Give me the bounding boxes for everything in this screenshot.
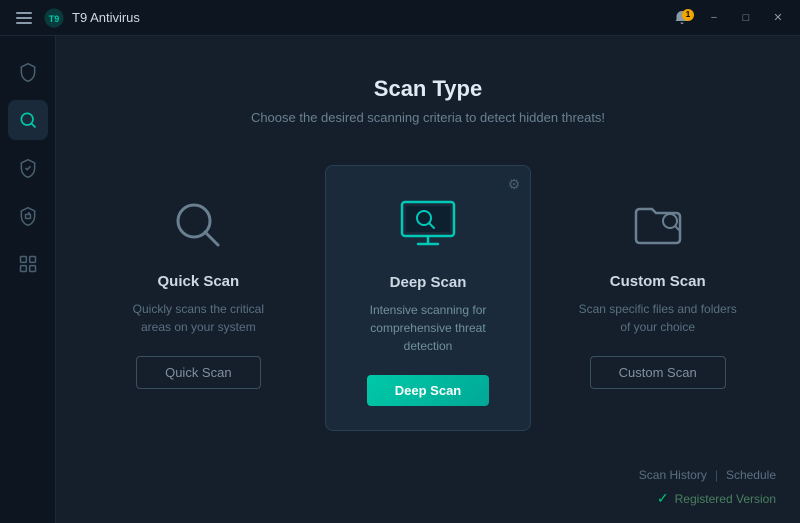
scan-history-link[interactable]: Scan History — [639, 468, 707, 482]
custom-scan-card: Custom Scan Scan specific files and fold… — [555, 165, 760, 431]
quick-scan-title: Quick Scan — [157, 273, 239, 290]
settings-icon[interactable]: ⚙ — [508, 176, 521, 193]
custom-scan-icon — [626, 193, 690, 257]
titlebar-right: 1 − □ ✕ — [668, 7, 792, 29]
quick-scan-desc: Quickly scans the critical areas on your… — [116, 300, 281, 336]
registered-badge: ✓ Registered Version — [657, 490, 776, 507]
sidebar-item-tools[interactable] — [8, 244, 48, 284]
titlebar-left: T9 T9 Antivirus — [12, 8, 140, 28]
app-title: T9 Antivirus — [72, 10, 140, 25]
sidebar-item-protection[interactable] — [8, 148, 48, 188]
bottom-bar: Scan History | Schedule ✓ Registered Ver… — [639, 468, 776, 507]
app-body: Scan Type Choose the desired scanning cr… — [0, 36, 800, 523]
titlebar: T9 T9 Antivirus 1 − □ ✕ — [0, 0, 800, 36]
sidebar-item-privacy[interactable] — [8, 196, 48, 236]
notification-badge: 1 — [682, 9, 694, 21]
deep-scan-icon — [396, 194, 460, 258]
quick-scan-icon — [166, 193, 230, 257]
close-button[interactable]: ✕ — [764, 7, 792, 29]
sidebar-item-scan[interactable] — [8, 100, 48, 140]
page-subtitle: Choose the desired scanning criteria to … — [251, 110, 605, 125]
app-logo: T9 — [44, 8, 64, 28]
deep-scan-card: ⚙ Deep Scan In — [325, 165, 532, 431]
deep-scan-button[interactable]: Deep Scan — [367, 375, 489, 406]
schedule-link[interactable]: Schedule — [726, 468, 776, 482]
notification-icon[interactable]: 1 — [668, 7, 696, 29]
custom-scan-title: Custom Scan — [610, 273, 706, 290]
cards-container: Quick Scan Quickly scans the critical ar… — [96, 165, 760, 431]
menu-icon[interactable] — [12, 8, 36, 28]
minimize-button[interactable]: − — [700, 7, 728, 29]
custom-scan-button[interactable]: Custom Scan — [590, 356, 726, 389]
quick-scan-card: Quick Scan Quickly scans the critical ar… — [96, 165, 301, 431]
main-content: Scan Type Choose the desired scanning cr… — [56, 36, 800, 523]
registered-label: Registered Version — [675, 492, 776, 506]
sidebar-item-shield[interactable] — [8, 52, 48, 92]
svg-text:T9: T9 — [49, 14, 60, 24]
custom-scan-desc: Scan specific files and folders of your … — [575, 300, 740, 336]
sidebar — [0, 36, 56, 523]
registered-check-icon: ✓ — [657, 490, 669, 507]
link-divider: | — [715, 468, 718, 482]
deep-scan-desc: Intensive scanning for comprehensive thr… — [346, 301, 511, 355]
bottom-links: Scan History | Schedule — [639, 468, 776, 482]
maximize-button[interactable]: □ — [732, 7, 760, 29]
deep-scan-title: Deep Scan — [390, 274, 467, 291]
quick-scan-button[interactable]: Quick Scan — [136, 356, 260, 389]
page-title: Scan Type — [374, 76, 482, 102]
